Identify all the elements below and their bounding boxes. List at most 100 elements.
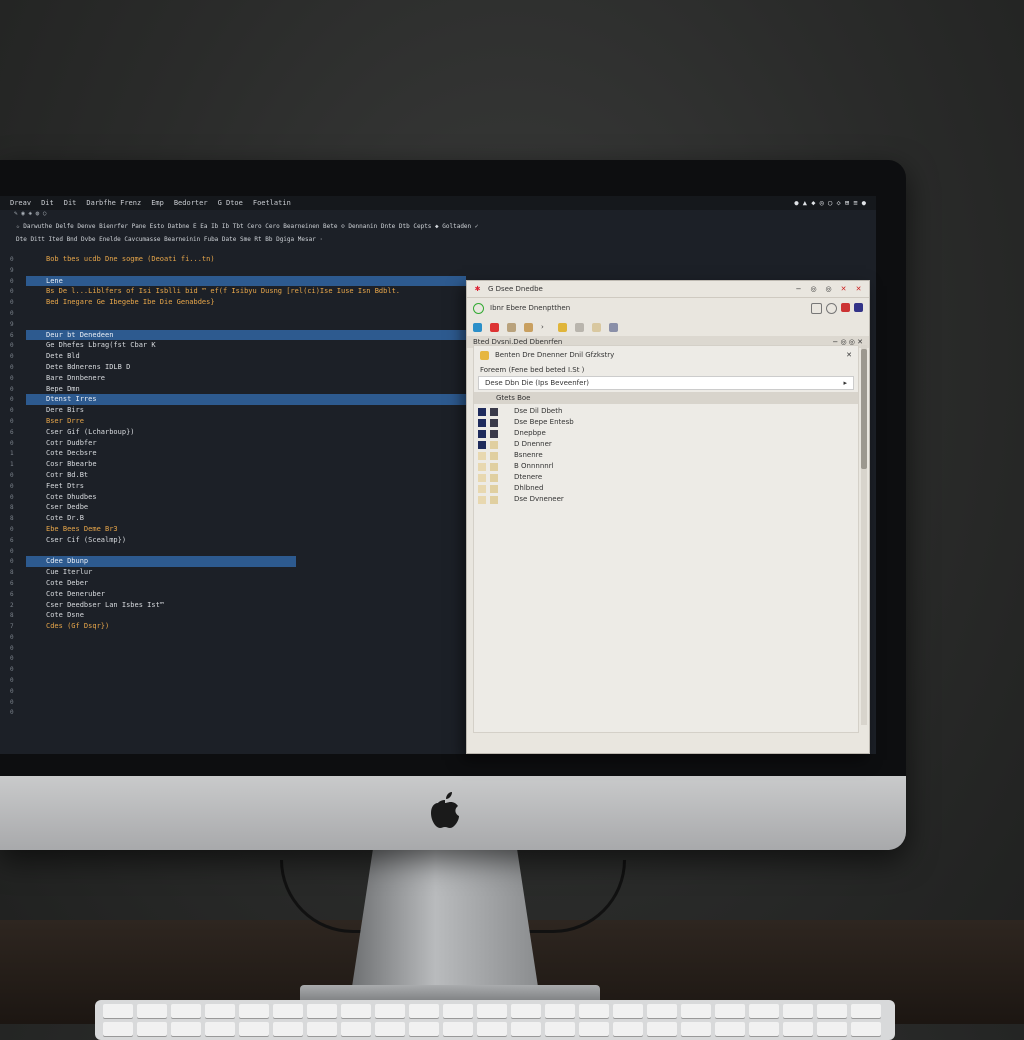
code-line[interactable]: Dere Birs bbox=[26, 405, 466, 416]
code-line[interactable]: Bepe Dmn bbox=[26, 384, 466, 395]
scrollbar-thumb[interactable] bbox=[861, 349, 867, 469]
folder-blue-icon[interactable] bbox=[473, 322, 482, 332]
panel-titlebar: Benten Dre Dnenner Dnil Gfzkstry ✕ bbox=[474, 346, 858, 364]
code-line[interactable]: Cser Dedbe bbox=[26, 502, 466, 513]
code-line[interactable]: Dete Bdnerens IDLB D bbox=[26, 362, 466, 373]
code-line[interactable]: Ge Dhefes Lbrag(fst Cbar K bbox=[26, 340, 466, 351]
line-number: 6 bbox=[10, 579, 14, 587]
settings-icon[interactable] bbox=[826, 302, 837, 314]
folder-tree-item[interactable]: B Onnnnnrl bbox=[474, 461, 858, 472]
refresh-icon[interactable] bbox=[473, 302, 484, 314]
code-line[interactable]: Cser Cif (Scealmp}) bbox=[26, 535, 466, 546]
user-icon[interactable] bbox=[854, 302, 863, 312]
doc-icon[interactable] bbox=[574, 322, 584, 332]
code-line[interactable] bbox=[26, 265, 466, 276]
folder-tree-item[interactable]: Dse Dil Dbeth bbox=[474, 406, 858, 417]
code-line[interactable] bbox=[26, 546, 466, 557]
package-icon[interactable] bbox=[524, 322, 533, 332]
close-icon-2[interactable]: ✕ bbox=[854, 285, 863, 294]
code-line[interactable]: Cotr Bd.Bt bbox=[26, 470, 466, 481]
menubar-item[interactable]: Foetlatin bbox=[253, 199, 291, 207]
code-line[interactable]: Cote Deber bbox=[26, 578, 466, 589]
code-line[interactable]: Bare Dnnbenere bbox=[26, 373, 466, 384]
minimize-icon[interactable]: − bbox=[794, 285, 803, 294]
code-line[interactable]: Ebe Bees Deme Br3 bbox=[26, 524, 466, 535]
search-icon[interactable]: ▸ bbox=[843, 379, 847, 387]
code-line[interactable]: Bob tbes ucdb Dne sogme (Deoati fi...tn) bbox=[26, 254, 466, 265]
column-header[interactable]: Gtets Boe bbox=[474, 392, 858, 404]
folder-tree-item[interactable]: Bsnenre bbox=[474, 450, 858, 461]
code-line[interactable]: Cosr Bbearbe bbox=[26, 459, 466, 470]
folder-tree-item-label: D Dnenner bbox=[514, 440, 552, 448]
file-icon bbox=[490, 474, 498, 482]
editor-toolbar-row-2[interactable]: ☆ Darwuthe Delfe Denve Bienrfer Pane Est… bbox=[0, 223, 650, 235]
editor-toolbar[interactable]: ✎ ◉ ◈ ◍ ○ bbox=[0, 210, 650, 222]
menubar-item[interactable]: G Dtoe bbox=[218, 199, 243, 207]
editor-toolbar-row-3[interactable]: Dte Ditt Ited Bnd Dvbe Enelde Cavcumasse… bbox=[0, 236, 650, 248]
code-line[interactable]: Cote Dhudbes bbox=[26, 492, 466, 503]
folder-yellow-icon[interactable] bbox=[557, 322, 567, 332]
view-icon[interactable] bbox=[811, 302, 822, 314]
keyboard-key bbox=[817, 1004, 847, 1018]
folder-tree-item[interactable]: Dse Dvneneer bbox=[474, 494, 858, 505]
code-line[interactable]: Cote Decbsre bbox=[26, 448, 466, 459]
filter-label[interactable]: Foreem (Fene bed beted I.St ) bbox=[480, 366, 584, 374]
menubar-item[interactable]: Dit bbox=[64, 199, 77, 207]
keyboard-key bbox=[375, 1022, 405, 1036]
folder-tree[interactable]: Dse Dil Dbeth Dse Bepe Entesb Dnepbpe D Dne… bbox=[474, 406, 858, 505]
folder-tree-item[interactable]: Dhlbned bbox=[474, 483, 858, 494]
menubar-item[interactable]: Dit bbox=[41, 199, 54, 207]
folder-tree-item-label: Dnepbpe bbox=[514, 429, 546, 437]
menubar-status-icons[interactable]: ● ▲ ◆ ◎ ◯ ◇ ⊞ ≡ ● bbox=[794, 199, 876, 207]
restore-icon[interactable]: ◎ bbox=[809, 285, 818, 294]
code-line[interactable]: Deur bt Denedeen bbox=[26, 329, 466, 341]
forward-icon[interactable]: › bbox=[541, 323, 544, 331]
code-line[interactable]: Dtenst Irres bbox=[26, 394, 466, 406]
code-line[interactable]: Cdes (Gf Dsqr}) bbox=[26, 621, 466, 632]
code-line[interactable]: Cote Dsne bbox=[26, 610, 466, 621]
code-line[interactable]: Cotr Dudbfer bbox=[26, 438, 466, 449]
scrollbar[interactable] bbox=[861, 345, 867, 725]
music-icon[interactable] bbox=[591, 322, 601, 332]
folder-tree-item[interactable]: Dnepbpe bbox=[474, 428, 858, 439]
menubar-item[interactable]: Darbfhe Frenz bbox=[86, 199, 141, 207]
code-line[interactable]: Cote Dr.B bbox=[26, 513, 466, 524]
folder-tree-item[interactable]: Dtenere bbox=[474, 472, 858, 483]
code-line[interactable]: Lene bbox=[26, 275, 466, 287]
folder-tree-item[interactable]: Dse Bepe Entesb bbox=[474, 417, 858, 428]
line-number: 0 bbox=[10, 666, 14, 674]
code-line[interactable]: Bed Inegare Ge Ibegebe Ibe Die Genabdes} bbox=[26, 297, 466, 308]
code-line[interactable]: Bser Drre bbox=[26, 416, 466, 427]
folder-panel[interactable]: Benten Dre Dnenner Dnil Gfzkstry ✕ Foree… bbox=[473, 345, 859, 733]
close-icon[interactable]: ✕ bbox=[839, 285, 848, 294]
code-line[interactable]: Feet Dtrs bbox=[26, 481, 466, 492]
flag-icon[interactable] bbox=[841, 302, 850, 312]
code-editor[interactable]: Bob tbes ucdb Dne sogme (Deoati fi...tn)… bbox=[26, 254, 466, 734]
code-line[interactable]: Cser Gif (Lcharboup}) bbox=[26, 427, 466, 438]
code-line[interactable] bbox=[26, 319, 466, 330]
shield-icon[interactable] bbox=[608, 322, 618, 332]
code-line[interactable]: Cue Iterlur bbox=[26, 567, 466, 578]
code-line[interactable]: Cser Deedbser Lan Isbes Ist™ bbox=[26, 600, 466, 611]
menubar-item[interactable]: Emp bbox=[151, 199, 164, 207]
code-line[interactable]: Cote Deneruber bbox=[26, 589, 466, 600]
menubar-item[interactable]: Dreav bbox=[10, 199, 31, 207]
box-icon[interactable] bbox=[507, 322, 516, 332]
code-line[interactable]: Dete Bld bbox=[26, 351, 466, 362]
code-line[interactable]: Cdee Dbunp bbox=[26, 556, 296, 568]
panel-close-icon[interactable]: ✕ bbox=[846, 351, 852, 359]
keyboard-key bbox=[579, 1004, 609, 1018]
code-line[interactable] bbox=[26, 308, 466, 319]
file-manager-window[interactable]: ✱ G Dsee Dnedbe − ◎ ◎ ✕ ✕ Ibnr Ebere Dne… bbox=[466, 280, 870, 754]
folder-tree-item-label: Dse Dil Dbeth bbox=[514, 407, 563, 415]
line-number-gutter: 0 9 0 0 0 0 9 6 0 0 0 0 0 0 0 0 6 0 1 1 0 0 0 8 8 0 6 0 0 8 6 6 2 8 7 0 0 0 0 0… bbox=[10, 256, 24, 726]
file-window-titlebar[interactable]: ✱ G Dsee Dnedbe − ◎ ◎ ✕ ✕ bbox=[467, 281, 869, 298]
search-input[interactable]: Dese Dbn Die (Ips Beveenfer) ▸ bbox=[478, 376, 854, 390]
maximize-icon[interactable]: ◎ bbox=[824, 285, 833, 294]
folder-icon bbox=[478, 485, 486, 493]
menubar-item[interactable]: Bedorter bbox=[174, 199, 208, 207]
keyboard-key bbox=[273, 1004, 303, 1018]
code-line[interactable]: Bs De l...Liblfers of Isi Isblli bid ™ e… bbox=[26, 286, 466, 297]
record-icon[interactable] bbox=[490, 322, 499, 332]
folder-tree-item[interactable]: D Dnenner bbox=[474, 439, 858, 450]
